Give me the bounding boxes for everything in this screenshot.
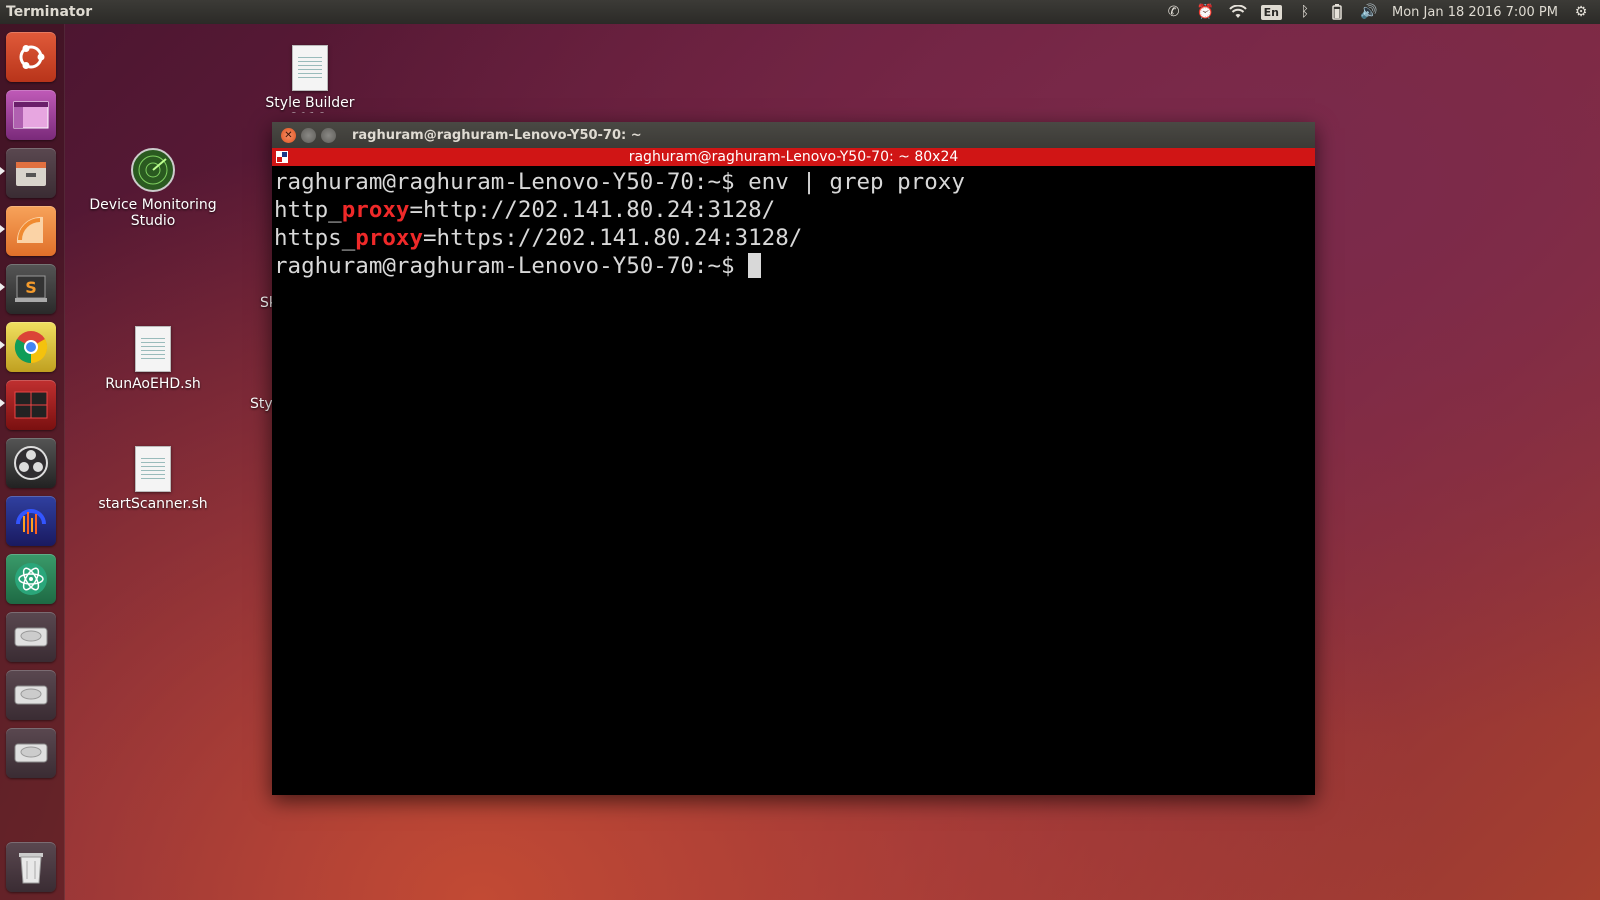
- script-file-icon: [135, 446, 171, 492]
- group-icon[interactable]: [276, 151, 288, 163]
- alarm-clock-icon[interactable]: ⏰: [1197, 3, 1215, 21]
- text-cursor: [748, 253, 762, 278]
- file-manager-icon[interactable]: [6, 148, 56, 198]
- terminal-line: https_proxy=https://202.141.80.24:3128/: [274, 224, 1313, 252]
- terminal-header[interactable]: raghuram@raghuram-Lenovo-Y50-70: ~ 80x24: [272, 148, 1315, 166]
- terminal-output[interactable]: raghuram@raghuram-Lenovo-Y50-70:~$ env |…: [272, 166, 1315, 282]
- terminal-line: http_proxy=http://202.141.80.24:3128/: [274, 196, 1313, 224]
- script-file-icon: [135, 326, 171, 372]
- grep-match: proxy: [355, 225, 424, 251]
- grep-match: proxy: [341, 197, 410, 223]
- audacity-icon[interactable]: [6, 496, 56, 546]
- desktop-icon-label: RunAoEHD.sh: [105, 376, 201, 392]
- drive-icon[interactable]: [6, 728, 56, 778]
- window-title: raghuram@raghuram-Lenovo-Y50-70: ~: [352, 127, 642, 143]
- ubuntu-logo-icon[interactable]: [6, 32, 56, 82]
- desktop-icon-label: Style Builder 2016. lnk: [265, 95, 355, 113]
- window-titlebar[interactable]: ✕ raghuram@raghuram-Lenovo-Y50-70: ~: [272, 122, 1315, 148]
- wifi-icon[interactable]: [1228, 3, 1247, 21]
- svg-text:S: S: [25, 278, 37, 297]
- running-indicator: [0, 399, 5, 407]
- clock[interactable]: Mon Jan 18 2016 7:00 PM: [1392, 5, 1558, 20]
- gear-icon[interactable]: ⚙: [1572, 3, 1590, 21]
- desktop-icon-style-builder[interactable]: Style Builder 2016. lnk: [245, 45, 375, 113]
- output-text: http_: [274, 197, 342, 223]
- phone-icon[interactable]: ✆: [1165, 3, 1183, 21]
- close-icon[interactable]: ✕: [281, 127, 296, 143]
- desktop-icon-label-partial[interactable]: Sty: [250, 396, 273, 412]
- shell-prompt: raghuram@raghuram-Lenovo-Y50-70:~$: [274, 169, 749, 195]
- running-indicator: [0, 167, 5, 175]
- sublime-text-icon[interactable]: S: [6, 264, 56, 314]
- maximize-icon[interactable]: [321, 127, 336, 143]
- radar-icon: [131, 148, 175, 192]
- desktop-icon-device-monitoring-studio[interactable]: Device Monitoring Studio: [88, 147, 218, 229]
- desktop-icon-runaoehd[interactable]: RunAoEHD.sh: [88, 326, 218, 392]
- obs-icon[interactable]: [6, 438, 56, 488]
- output-text: =https://202.141.80.24:3128/: [423, 225, 803, 251]
- desktop-icon-startscanner[interactable]: startScanner.sh: [88, 446, 218, 512]
- chrome-icon[interactable]: [6, 322, 56, 372]
- command-text: env | grep proxy: [748, 169, 965, 195]
- desktop-icon-label: Device Monitoring Studio: [89, 197, 217, 229]
- keyboard-language-indicator[interactable]: En: [1260, 4, 1282, 20]
- terminal-header-title: raghuram@raghuram-Lenovo-Y50-70: ~ 80x24: [628, 149, 959, 165]
- running-indicator: [0, 225, 5, 233]
- active-app-name: Terminator: [6, 4, 93, 20]
- battery-icon[interactable]: [1328, 3, 1346, 21]
- output-text: https_: [274, 225, 356, 251]
- output-text: =http://202.141.80.24:3128/: [409, 197, 776, 223]
- terminator-icon[interactable]: [6, 380, 56, 430]
- running-indicator: [0, 283, 5, 291]
- terminal-window[interactable]: ✕ raghuram@raghuram-Lenovo-Y50-70: ~ rag…: [272, 122, 1315, 795]
- volume-icon[interactable]: 🔊: [1360, 3, 1378, 21]
- shell-prompt: raghuram@raghuram-Lenovo-Y50-70:~$: [274, 253, 749, 279]
- launcher: S: [0, 24, 65, 900]
- drive-icon[interactable]: [6, 670, 56, 720]
- workspace-icon[interactable]: [6, 90, 56, 140]
- minimize-icon[interactable]: [301, 127, 316, 143]
- desktop-icon-label: startScanner.sh: [98, 496, 208, 512]
- atom-icon[interactable]: [6, 554, 56, 604]
- bluetooth-icon[interactable]: ᛒ: [1296, 3, 1314, 21]
- document-icon: [292, 45, 328, 91]
- top-panel: Terminator ✆ ⏰ En ᛒ 🔊 Mon Jan 18 2016 7:…: [0, 0, 1600, 24]
- drive-icon[interactable]: [6, 612, 56, 662]
- running-indicator: [0, 341, 5, 349]
- system-tray: ✆ ⏰ En ᛒ 🔊 Mon Jan 18 2016 7:00 PM ⚙: [1165, 3, 1600, 21]
- terminal-line: raghuram@raghuram-Lenovo-Y50-70:~$: [274, 252, 1313, 280]
- terminal-line: raghuram@raghuram-Lenovo-Y50-70:~$ env |…: [274, 168, 1313, 196]
- orange-slice-icon[interactable]: [6, 206, 56, 256]
- trash-icon[interactable]: [6, 842, 56, 892]
